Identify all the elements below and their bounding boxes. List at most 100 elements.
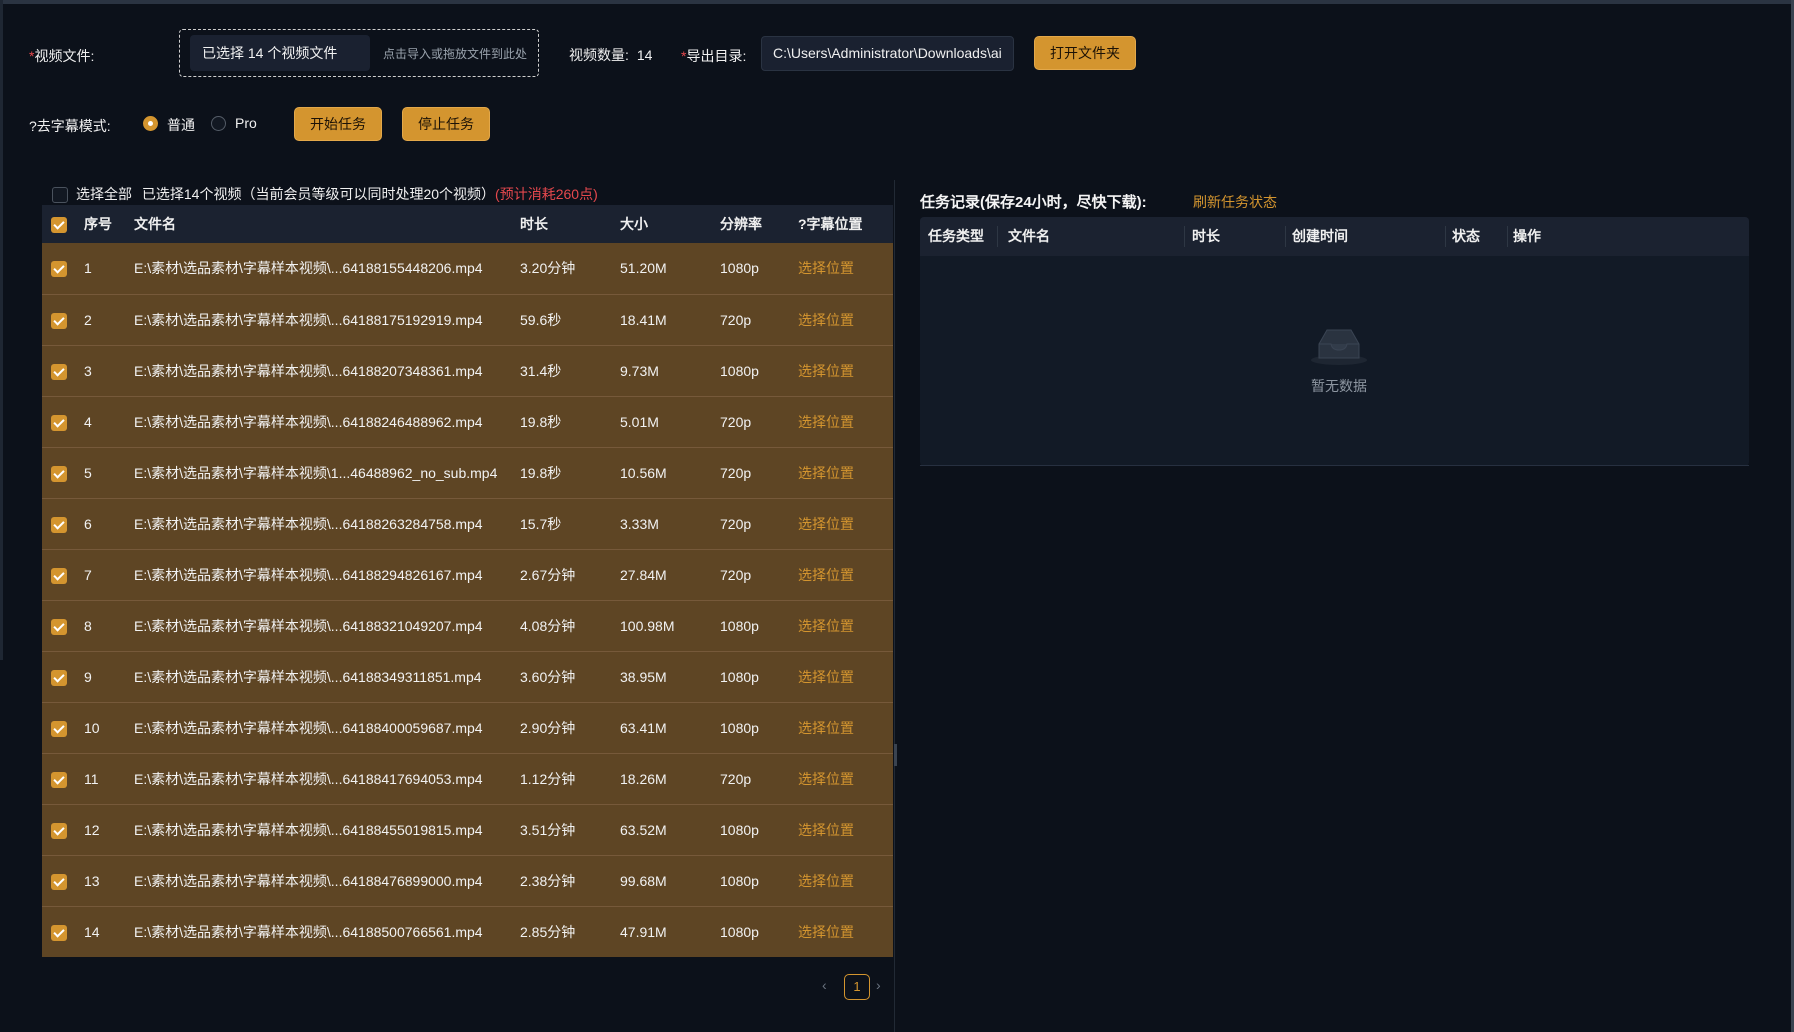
header-checkbox-cell xyxy=(51,205,67,243)
row-checkbox-cell xyxy=(51,856,67,907)
row-checkbox-cell xyxy=(51,805,67,856)
radio-pro-label[interactable]: Pro xyxy=(235,115,257,131)
table-row[interactable]: 8 E:\素材\选品素材\字幕样本视频\...64188321049207.mp4… xyxy=(42,600,893,651)
select-position-link[interactable]: 选择位置 xyxy=(798,243,854,294)
select-position-link[interactable]: 选择位置 xyxy=(798,805,854,856)
row-duration: 2.38分钟 xyxy=(520,873,576,889)
row-resolution: 720p xyxy=(720,312,752,328)
select-all-row: 选择全部 已选择14个视频（当前会员等级可以同时处理20个视频）(预计消耗260… xyxy=(52,184,598,204)
start-task-button[interactable]: 开始任务 xyxy=(294,107,382,141)
select-position-link[interactable]: 选择位置 xyxy=(798,907,854,958)
video-count-label: 视频数量: 14 xyxy=(569,45,652,65)
row-checkbox[interactable] xyxy=(51,721,67,738)
row-checkbox[interactable] xyxy=(51,261,67,278)
row-checkbox[interactable] xyxy=(51,772,67,789)
row-duration: 2.85分钟 xyxy=(520,924,576,940)
select-position-link[interactable]: 选择位置 xyxy=(798,601,854,652)
header-checkbox[interactable] xyxy=(51,217,67,234)
panel-divider xyxy=(894,180,895,1032)
row-checkbox[interactable] xyxy=(51,517,67,534)
row-size: 10.56M xyxy=(620,465,667,481)
refresh-task-status-link[interactable]: 刷新任务状态 xyxy=(1193,192,1277,212)
row-duration: 31.4秒 xyxy=(520,363,562,379)
task-table-header: 任务类型 文件名 时长 创建时间 状态 操作 xyxy=(920,217,1749,256)
task-table-bottom-border xyxy=(920,465,1749,466)
table-row[interactable]: 2 E:\素材\选品素材\字幕样本视频\...64188175192919.mp4… xyxy=(42,294,893,345)
table-row[interactable]: 7 E:\素材\选品素材\字幕样本视频\...64188294826167.mp4… xyxy=(42,549,893,600)
video-count-value: 14 xyxy=(636,47,653,63)
export-dir-input[interactable]: C:\Users\Administrator\Downloads\ai xyxy=(761,36,1014,71)
task-table: 任务类型 文件名 时长 创建时间 状态 操作 暂无数据 xyxy=(920,217,1749,466)
select-position-link[interactable]: 选择位置 xyxy=(798,295,854,346)
row-checkbox-cell xyxy=(51,754,67,805)
select-position-link[interactable]: 选择位置 xyxy=(798,346,854,397)
row-checkbox-cell xyxy=(51,295,67,346)
row-checkbox[interactable] xyxy=(51,364,67,381)
row-index: 13 xyxy=(84,873,100,889)
file-drop-zone[interactable]: 已选择 14 个视频文件 点击导入或拖放文件到此处 xyxy=(179,29,539,77)
row-filename: E:\素材\选品素材\字幕样本视频\...64188294826167.mp4 xyxy=(134,567,483,583)
row-size: 18.26M xyxy=(620,771,667,787)
row-duration: 3.20分钟 xyxy=(520,260,576,276)
radio-pro[interactable] xyxy=(211,116,226,131)
row-index: 14 xyxy=(84,924,100,940)
row-resolution: 720p xyxy=(720,516,752,532)
row-checkbox[interactable] xyxy=(51,670,67,687)
select-position-link[interactable]: 选择位置 xyxy=(798,448,854,499)
select-all-label[interactable]: 选择全部 xyxy=(76,186,132,202)
col-separator xyxy=(1285,226,1286,247)
row-checkbox[interactable] xyxy=(51,874,67,891)
select-position-link[interactable]: 选择位置 xyxy=(798,703,854,754)
row-checkbox-cell xyxy=(51,499,67,550)
selected-files-display[interactable]: 已选择 14 个视频文件 xyxy=(190,35,370,71)
row-duration: 19.8秒 xyxy=(520,414,562,430)
row-duration: 2.90分钟 xyxy=(520,720,576,736)
row-index: 2 xyxy=(84,312,92,328)
table-row[interactable]: 1 E:\素材\选品素材\字幕样本视频\...64188155448206.mp4… xyxy=(42,243,893,294)
table-row[interactable]: 5 E:\素材\选品素材\字幕样本视频\1...46488962_no_sub.m… xyxy=(42,447,893,498)
row-resolution: 1080p xyxy=(720,822,759,838)
panel-resize-handle[interactable] xyxy=(894,744,897,766)
chevron-right-icon[interactable]: › xyxy=(876,977,881,993)
select-position-link[interactable]: 选择位置 xyxy=(798,499,854,550)
radio-normal[interactable] xyxy=(143,116,158,131)
row-index: 3 xyxy=(84,363,92,379)
row-checkbox[interactable] xyxy=(51,619,67,636)
select-position-link[interactable]: 选择位置 xyxy=(798,856,854,907)
select-position-link[interactable]: 选择位置 xyxy=(798,652,854,703)
row-size: 18.41M xyxy=(620,312,667,328)
row-checkbox[interactable] xyxy=(51,313,67,330)
open-folder-button[interactable]: 打开文件夹 xyxy=(1034,36,1136,70)
video-table: 序号 文件名 时长 大小 分辨率 ?字幕位置 1 E:\素材\选品素材\字幕样本视… xyxy=(42,205,893,957)
table-row[interactable]: 10 E:\素材\选品素材\字幕样本视频\...64188400059687.mp… xyxy=(42,702,893,753)
row-checkbox[interactable] xyxy=(51,415,67,432)
radio-normal-label[interactable]: 普通 xyxy=(167,115,195,135)
table-row[interactable]: 14 E:\素材\选品素材\字幕样本视频\...64188500766561.mp… xyxy=(42,906,893,957)
row-checkbox[interactable] xyxy=(51,568,67,585)
row-index: 8 xyxy=(84,618,92,634)
table-row[interactable]: 11 E:\素材\选品素材\字幕样本视频\...64188417694053.mp… xyxy=(42,753,893,804)
table-row[interactable]: 4 E:\素材\选品素材\字幕样本视频\...64188246488962.mp4… xyxy=(42,396,893,447)
select-position-link[interactable]: 选择位置 xyxy=(798,397,854,448)
row-checkbox[interactable] xyxy=(51,823,67,840)
row-checkbox[interactable] xyxy=(51,466,67,483)
table-row[interactable]: 13 E:\素材\选品素材\字幕样本视频\...64188476899000.mp… xyxy=(42,855,893,906)
select-all-checkbox[interactable] xyxy=(52,187,68,204)
task-record-title: 任务记录(保存24小时，尽快下载): xyxy=(920,194,1147,211)
row-checkbox[interactable] xyxy=(51,925,67,942)
stop-task-button[interactable]: 停止任务 xyxy=(402,107,490,141)
row-checkbox-cell xyxy=(51,652,67,703)
table-row[interactable]: 12 E:\素材\选品素材\字幕样本视频\...64188455019815.mp… xyxy=(42,804,893,855)
chevron-left-icon[interactable]: ‹ xyxy=(822,977,827,993)
row-index: 4 xyxy=(84,414,92,430)
row-duration: 59.6秒 xyxy=(520,312,562,328)
table-row[interactable]: 6 E:\素材\选品素材\字幕样本视频\...64188263284758.mp4… xyxy=(42,498,893,549)
row-filename: E:\素材\选品素材\字幕样本视频\...64188500766561.mp4 xyxy=(134,924,483,940)
row-checkbox-cell xyxy=(51,550,67,601)
select-position-link[interactable]: 选择位置 xyxy=(798,754,854,805)
page-1-button[interactable]: 1 xyxy=(844,974,870,1000)
row-duration: 4.08分钟 xyxy=(520,618,576,634)
table-row[interactable]: 3 E:\素材\选品素材\字幕样本视频\...64188207348361.mp4… xyxy=(42,345,893,396)
select-position-link[interactable]: 选择位置 xyxy=(798,550,854,601)
table-row[interactable]: 9 E:\素材\选品素材\字幕样本视频\...64188349311851.mp4… xyxy=(42,651,893,702)
